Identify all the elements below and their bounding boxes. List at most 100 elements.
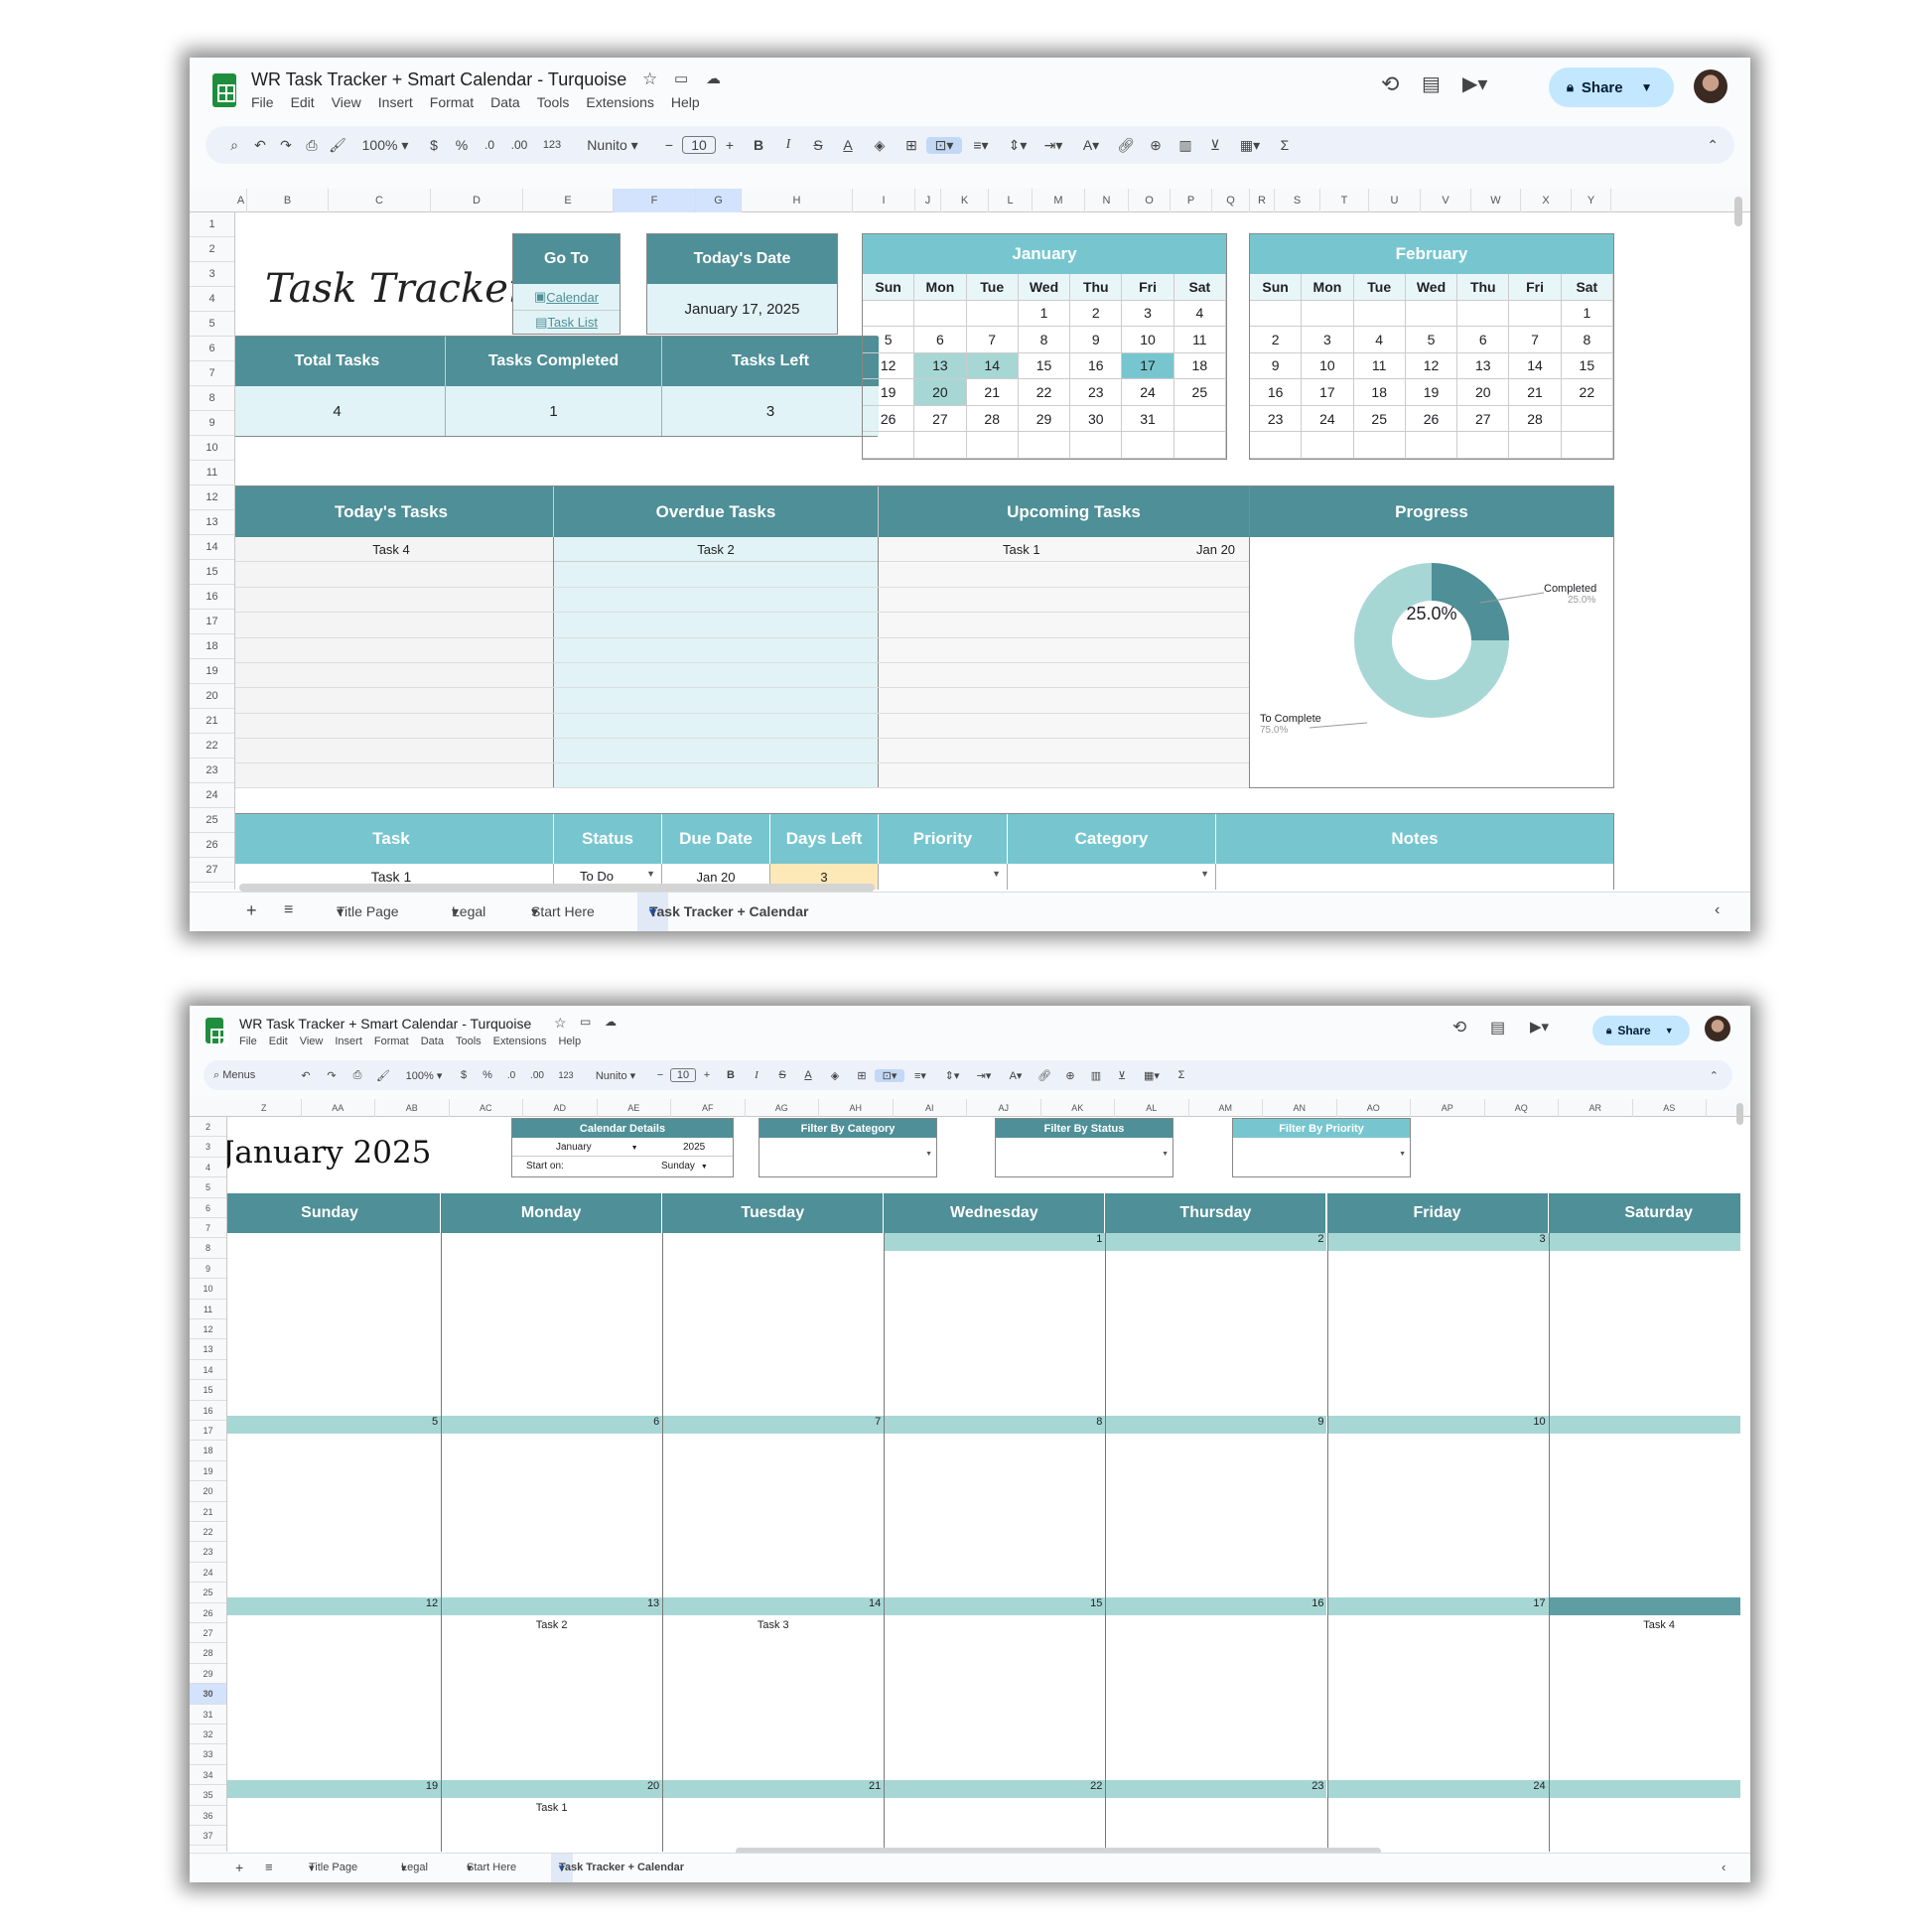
tab-legal[interactable]: Legal ▾ [452, 903, 485, 920]
row-header[interactable]: 16 [190, 1401, 226, 1421]
row-header[interactable]: 26 [190, 1603, 226, 1623]
filter-category[interactable]: Filter By Category ▼ [759, 1118, 937, 1177]
font-size-decrease-icon[interactable]: − [656, 137, 682, 153]
menu-view[interactable]: View [300, 1035, 324, 1047]
chart-icon[interactable]: ▥ [1171, 137, 1200, 154]
menus-search[interactable]: ⌕ Menus [213, 1069, 293, 1082]
row-header[interactable]: 27 [190, 1623, 226, 1644]
tab-title-page[interactable]: Title Page ▾ [337, 903, 399, 920]
cloud-status-icon[interactable]: ☁ [605, 1015, 617, 1029]
column-header[interactable]: N [1085, 189, 1129, 212]
zoom-select[interactable]: 100% ▾ [396, 1069, 452, 1082]
mini-calendar-day[interactable]: 10 [1122, 327, 1174, 353]
row-header[interactable]: 21 [190, 1502, 226, 1522]
column-header[interactable]: AJ [967, 1099, 1041, 1117]
row-header[interactable]: 9 [190, 411, 234, 436]
mini-calendar-day[interactable] [863, 432, 915, 459]
mini-calendar-day[interactable]: 21 [966, 379, 1019, 406]
column-header[interactable]: D [431, 189, 523, 212]
column-header[interactable]: I [853, 189, 915, 212]
menu-help[interactable]: Help [558, 1035, 581, 1047]
row-header[interactable]: 37 [190, 1826, 226, 1847]
goto-calendar-link[interactable]: ▣ Calendar [513, 284, 620, 310]
row-header[interactable]: 17 [190, 1421, 226, 1442]
chevron-down-icon[interactable]: ▼ [1641, 80, 1653, 94]
row-header[interactable]: 7 [190, 1218, 226, 1239]
menu-data[interactable]: Data [421, 1035, 444, 1047]
functions-icon[interactable]: Σ [1169, 1069, 1194, 1081]
zoom-select[interactable]: 100% ▾ [350, 137, 420, 154]
italic-icon[interactable]: I [773, 137, 803, 153]
column-header[interactable]: AA [302, 1099, 375, 1117]
fill-color-icon[interactable]: ◈ [863, 137, 897, 154]
menu-data[interactable]: Data [490, 94, 520, 110]
mini-calendar-day[interactable]: 18 [1173, 352, 1226, 380]
row-header[interactable]: 25 [190, 1583, 226, 1603]
notes-cell[interactable] [1216, 864, 1613, 890]
row-header[interactable]: 5 [190, 312, 234, 337]
calendar-date-cell[interactable]: 9 [1105, 1415, 1327, 1434]
mini-calendar-day[interactable]: 13 [1457, 352, 1510, 380]
tab-task-tracker-calendar[interactable]: Task Tracker + Calendar ▾ [637, 893, 808, 931]
row-header[interactable]: 15 [190, 1380, 226, 1401]
column-header[interactable]: AS [1633, 1099, 1707, 1117]
text-color-icon[interactable]: A [833, 137, 863, 153]
mini-calendar-day[interactable]: 22 [1561, 379, 1613, 406]
mini-calendar-day[interactable]: 26 [863, 405, 915, 433]
calendar-date-cell[interactable]: 16 [1105, 1597, 1327, 1615]
row-header[interactable]: 21 [190, 709, 234, 734]
calendar-date-cell[interactable]: 20 [441, 1779, 663, 1798]
column-header[interactable]: C [329, 189, 431, 212]
mini-calendar-day[interactable] [1173, 432, 1226, 459]
mini-calendar-day[interactable]: 27 [1457, 405, 1510, 433]
column-header[interactable]: Z [227, 1099, 302, 1117]
year-value[interactable]: 2025 [683, 1142, 705, 1153]
calendar-date-cell[interactable]: 24 [1326, 1779, 1549, 1798]
percent-button[interactable]: % [448, 137, 476, 153]
star-icon[interactable]: ☆ [642, 69, 657, 89]
mini-calendar-day[interactable] [914, 300, 967, 328]
column-header[interactable]: AM [1189, 1099, 1263, 1117]
mini-calendar-day[interactable]: 6 [914, 327, 967, 353]
calendar-date-cell[interactable] [1548, 1779, 1740, 1798]
add-sheet-icon[interactable]: + [246, 900, 257, 921]
mini-calendar-day[interactable] [1509, 300, 1562, 328]
column-header[interactable]: R [1250, 189, 1275, 212]
column-header[interactable]: G [696, 189, 742, 212]
column-header[interactable]: V [1421, 189, 1471, 212]
move-folder-icon[interactable]: ▭ [674, 69, 688, 87]
mini-calendar-day[interactable]: 8 [1561, 327, 1613, 353]
calendar-task[interactable]: Task 2 [441, 1619, 662, 1631]
mini-calendar-day[interactable]: 5 [863, 327, 915, 353]
version-history-icon[interactable]: ⟲ [1452, 1018, 1466, 1037]
column-header[interactable]: AH [819, 1099, 894, 1117]
mini-calendar-day[interactable] [1353, 432, 1406, 459]
tab-legal[interactable]: Legal ▾ [401, 1862, 428, 1874]
column-header[interactable]: AB [375, 1099, 450, 1117]
undo-icon[interactable]: ↶ [293, 1069, 319, 1082]
horizontal-scrollbar[interactable] [239, 884, 875, 892]
calendar-task[interactable]: Task 4 [1549, 1619, 1740, 1631]
text-wrap-icon[interactable]: ⇥▾ [1035, 137, 1071, 154]
merge-cells-icon[interactable]: ⊡▾ [926, 136, 962, 154]
align-vertical-icon[interactable]: ⇕▾ [936, 1069, 968, 1082]
mini-calendar-day[interactable]: 24 [1302, 405, 1354, 433]
row-header[interactable]: 12 [190, 1319, 226, 1340]
collapse-toolbar-icon[interactable]: ⌃ [1707, 137, 1719, 154]
mini-calendar-day[interactable]: 21 [1509, 379, 1562, 406]
functions-icon[interactable]: Σ [1270, 137, 1300, 153]
mini-calendar-day[interactable]: 1 [1561, 300, 1613, 328]
filter-priority[interactable]: Filter By Priority ▼ [1232, 1118, 1411, 1177]
menu-edit[interactable]: Edit [291, 94, 315, 110]
calendar-date-cell[interactable] [1548, 1415, 1740, 1434]
font-size-increase-icon[interactable]: + [696, 1069, 718, 1081]
calendar-task[interactable]: Task 3 [662, 1619, 884, 1631]
filter-status[interactable]: Filter By Status ▼ [995, 1118, 1173, 1177]
row-header[interactable]: 25 [190, 808, 234, 833]
mini-calendar-day[interactable] [1561, 405, 1613, 433]
meet-icon[interactable]: ▶▾ [1462, 71, 1487, 96]
row-header[interactable]: 14 [190, 535, 234, 560]
text-wrap-icon[interactable]: ⇥▾ [968, 1069, 1000, 1082]
mini-calendar-day[interactable]: 11 [1353, 352, 1406, 380]
row-header[interactable]: 14 [190, 1360, 226, 1381]
